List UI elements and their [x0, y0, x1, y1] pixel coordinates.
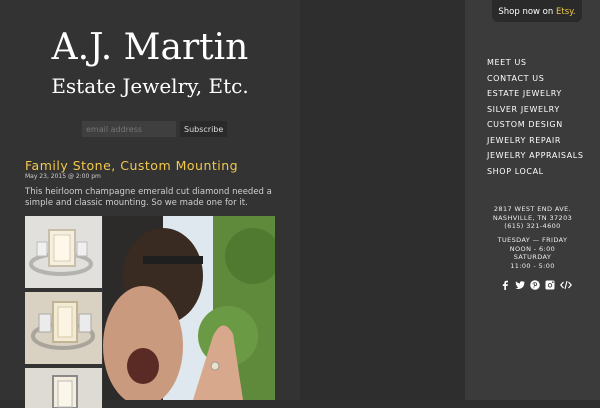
email-field[interactable]: [82, 121, 176, 137]
post-date: May 23, 2015 @ 2:00 pm: [25, 173, 101, 180]
post-photo-gallery: [25, 216, 275, 408]
instagram-icon[interactable]: [545, 275, 555, 290]
hours-days: TUESDAY — FRIDAY: [497, 236, 568, 244]
sidebar-nav: MEET US CONTACT US ESTATE JEWELRY SILVER…: [487, 55, 584, 179]
site-subtitle: Estate Jewelry, Etc.: [51, 74, 249, 98]
hours-weekday-time: NOON - 6:00: [509, 244, 556, 253]
code-icon[interactable]: [559, 275, 573, 290]
nav-item-jewelry-repair[interactable]: JEWELRY REPAIR: [487, 133, 584, 149]
address-city: NASHVILLE, TN 37203: [492, 213, 573, 222]
ring-photo-3[interactable]: [25, 368, 102, 408]
address-street: 2817 WEST END AVE.: [493, 205, 572, 213]
facebook-icon[interactable]: [500, 275, 510, 290]
post-body: This heirloom champagne emerald cut diam…: [25, 187, 272, 208]
hours-saturday: SATURDAY: [513, 253, 552, 262]
nav-item-meet-us[interactable]: MEET US: [487, 55, 584, 71]
store-address: 2817 WEST END AVE. NASHVILLE, TN 37203 (…: [465, 205, 600, 231]
etsy-prefix: Shop now on: [498, 7, 556, 17]
social-links: [500, 275, 573, 290]
site-title: A.J. Martin: [51, 27, 249, 68]
twitter-icon[interactable]: [515, 275, 525, 290]
nav-item-contact-us[interactable]: CONTACT US: [487, 71, 584, 87]
nav-item-custom-design[interactable]: CUSTOM DESIGN: [487, 117, 584, 133]
site-logo[interactable]: A.J. Martin Estate Jewelry, Etc.: [0, 28, 300, 100]
nav-item-silver-jewelry[interactable]: SILVER JEWELRY: [487, 102, 584, 118]
subscribe-form: Subscribe: [82, 121, 228, 140]
ring-photo-1[interactable]: [25, 216, 102, 288]
store-hours: TUESDAY — FRIDAY NOON - 6:00 SATURDAY 11…: [465, 236, 600, 270]
nav-item-jewelry-appraisals[interactable]: JEWELRY APPRAISALS: [487, 148, 584, 164]
engagement-selfie-photo[interactable]: [103, 216, 275, 400]
etsy-brand: Etsy.: [555, 7, 576, 17]
nav-item-shop-local[interactable]: SHOP LOCAL: [487, 164, 584, 180]
post-title[interactable]: Family Stone, Custom Mounting: [25, 158, 238, 173]
hours-saturday-time: 11:00 - 5:00: [510, 261, 555, 270]
phone-number[interactable]: (615) 321-4600: [465, 222, 600, 231]
pinterest-icon[interactable]: [530, 275, 540, 290]
ring-photo-2[interactable]: [25, 292, 102, 364]
nav-item-estate-jewelry[interactable]: ESTATE JEWELRY: [487, 86, 584, 102]
subscribe-button[interactable]: Subscribe: [180, 121, 228, 137]
etsy-shop-button[interactable]: Shop now on Etsy.: [492, 0, 582, 22]
page-gutter: [300, 0, 465, 400]
